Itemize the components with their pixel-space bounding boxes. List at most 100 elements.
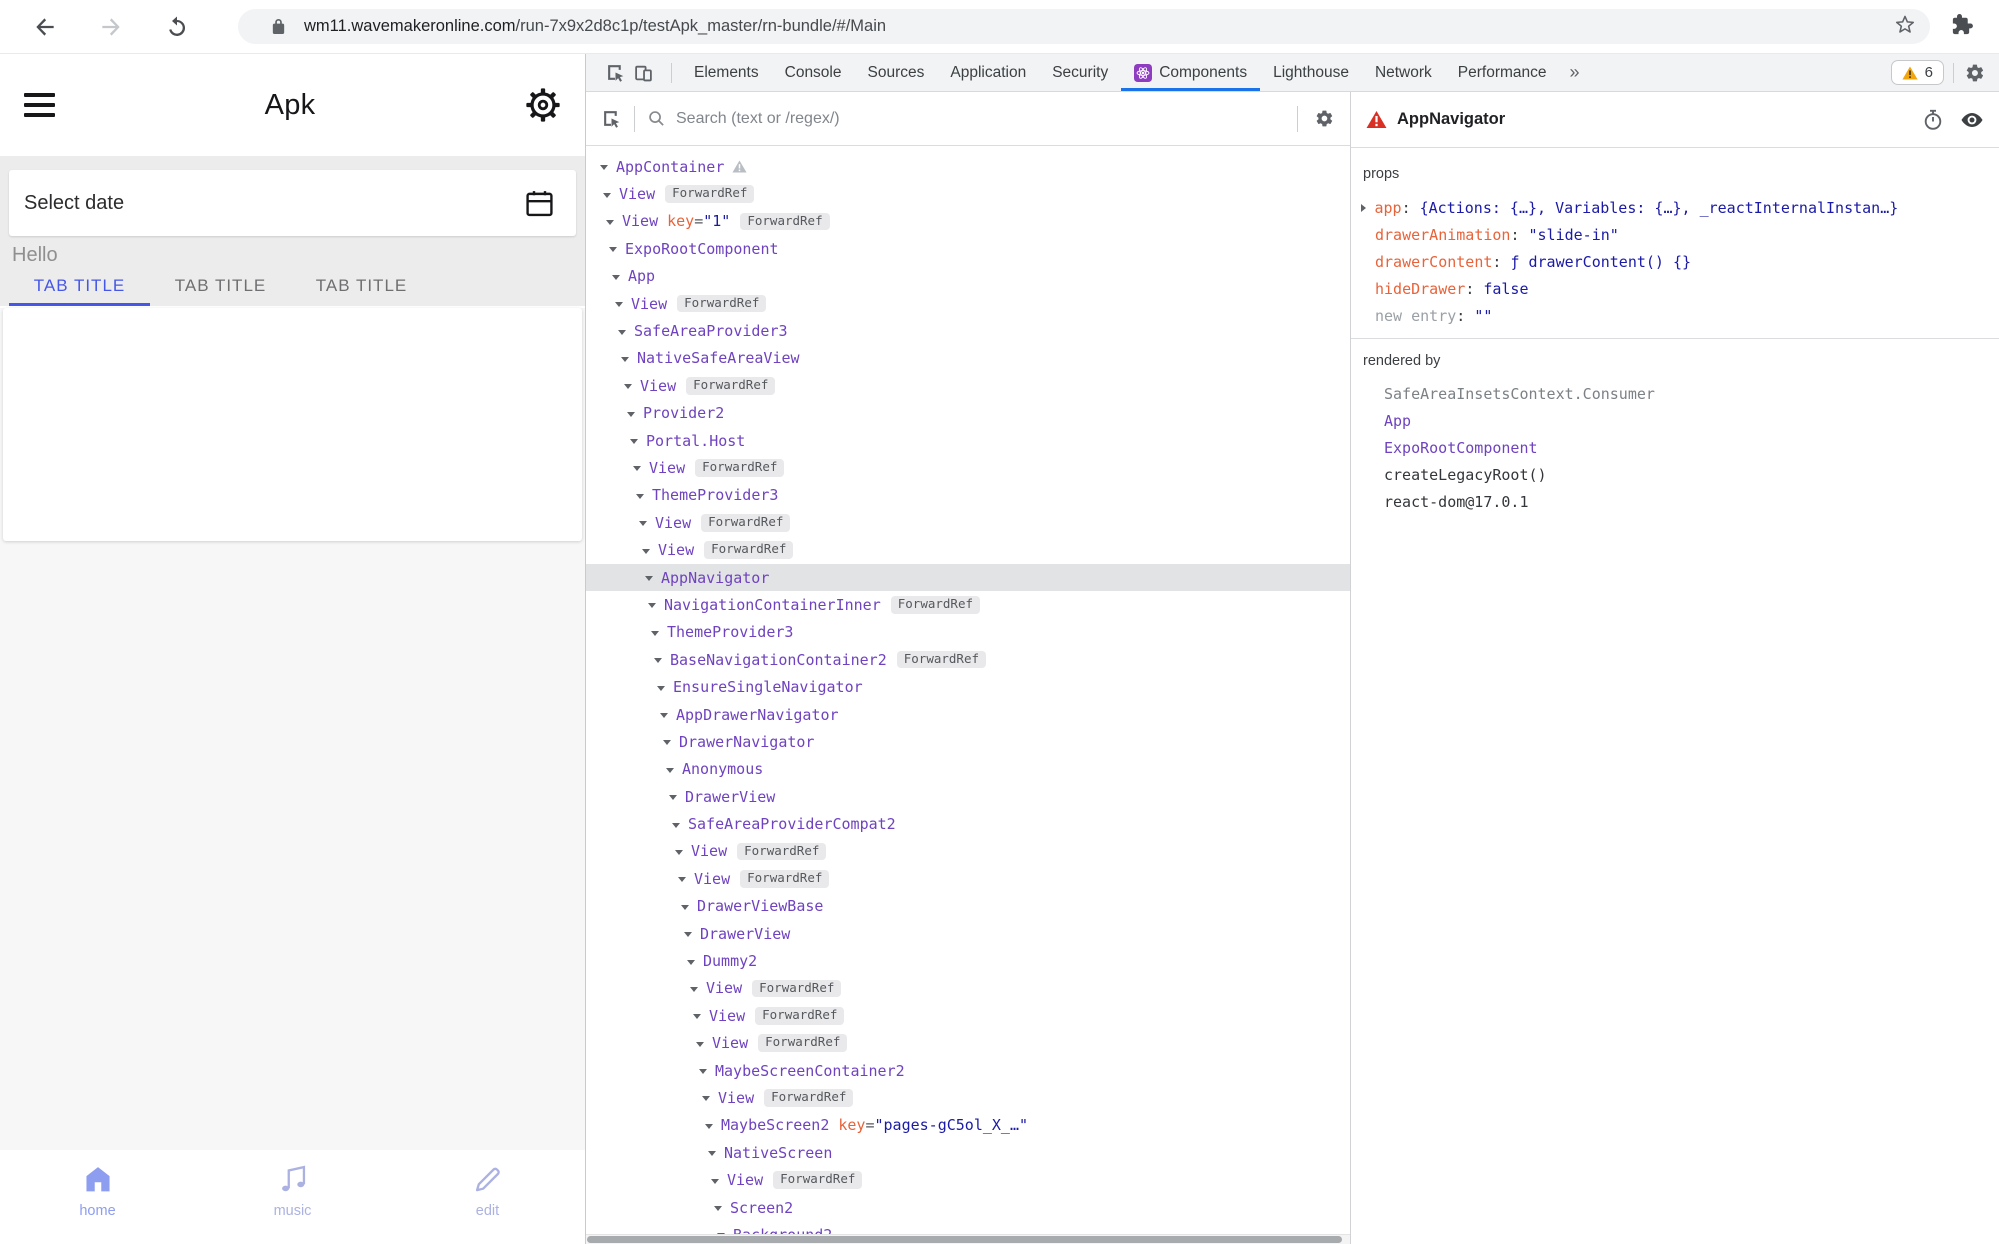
tree-row[interactable]: ViewForwardRef (586, 1084, 1350, 1111)
collapsed-arrow-icon[interactable] (1361, 204, 1366, 212)
tree-row[interactable]: SafeAreaProvider3 (586, 317, 1350, 344)
tree-row[interactable]: Provider2 (586, 400, 1350, 427)
expand-arrow-icon[interactable] (666, 768, 674, 773)
tree-row[interactable]: Anonymous (586, 756, 1350, 783)
expand-arrow-icon[interactable] (708, 1151, 716, 1156)
back-icon[interactable] (28, 10, 62, 44)
tree-row[interactable]: NativeScreen (586, 1139, 1350, 1166)
expand-arrow-icon[interactable] (702, 1096, 710, 1101)
tree-row[interactable]: App (586, 263, 1350, 290)
tree-row[interactable]: ViewForwardRef (586, 180, 1350, 207)
devtools-tab-console[interactable]: Console (772, 54, 855, 91)
nav-item-home[interactable]: home (0, 1162, 195, 1244)
expand-arrow-icon[interactable] (609, 247, 617, 252)
expand-arrow-icon[interactable] (642, 549, 650, 554)
tree-row[interactable]: ExpoRootComponent (586, 235, 1350, 262)
tree-row[interactable]: NativeSafeAreaView (586, 345, 1350, 372)
nav-item-edit[interactable]: edit (390, 1162, 585, 1244)
more-tabs-chevron[interactable]: » (1560, 62, 1590, 83)
tree-row[interactable]: AppNavigator (586, 564, 1350, 591)
settings-gear-icon[interactable] (525, 87, 561, 123)
expand-arrow-icon[interactable] (636, 494, 644, 499)
prop-row[interactable]: drawerAnimation:"slide-in" (1351, 221, 1999, 248)
expand-arrow-icon[interactable] (711, 1179, 719, 1184)
search-input[interactable]: Search (text or /regex/) (676, 110, 1288, 128)
rendered-by-item[interactable]: App (1351, 408, 1999, 435)
forward-icon[interactable] (94, 10, 128, 44)
expand-arrow-icon[interactable] (672, 823, 680, 828)
tree-row[interactable]: ViewForwardRef (586, 1002, 1350, 1029)
expand-arrow-icon[interactable] (645, 576, 653, 581)
stopwatch-icon[interactable] (1923, 109, 1943, 131)
prop-row[interactable]: new entry:"" (1351, 302, 1999, 329)
tree-row[interactable]: BaseNavigationContainer2ForwardRef (586, 646, 1350, 673)
expand-arrow-icon[interactable] (714, 1206, 722, 1211)
expand-arrow-icon[interactable] (690, 987, 698, 992)
components-settings-gear-icon[interactable] (1315, 109, 1334, 128)
tree-row[interactable]: Screen2 (586, 1194, 1350, 1221)
devtools-tab-components[interactable]: Components (1121, 54, 1260, 91)
expand-arrow-icon[interactable] (624, 384, 632, 389)
expand-arrow-icon[interactable] (678, 877, 686, 882)
bookmark-star-icon[interactable] (1894, 13, 1916, 40)
tree-row[interactable]: DrawerViewBase (586, 893, 1350, 920)
expand-arrow-icon[interactable] (630, 439, 638, 444)
expand-arrow-icon[interactable] (705, 1124, 713, 1129)
device-toolbar-icon[interactable] (634, 63, 653, 82)
rendered-by-item[interactable]: createLegacyRoot() (1351, 462, 1999, 489)
expand-arrow-icon[interactable] (600, 165, 608, 170)
rendered-by-item[interactable]: ExpoRootComponent (1351, 435, 1999, 462)
inspect-element-icon[interactable] (606, 63, 625, 82)
expand-arrow-icon[interactable] (621, 357, 629, 362)
expand-arrow-icon[interactable] (627, 412, 635, 417)
reload-icon[interactable] (160, 10, 194, 44)
tree-row[interactable]: Dummy2 (586, 947, 1350, 974)
expand-arrow-icon[interactable] (693, 1014, 701, 1019)
expand-arrow-icon[interactable] (612, 275, 620, 280)
expand-arrow-icon[interactable] (696, 1042, 704, 1047)
expand-arrow-icon[interactable] (618, 330, 626, 335)
tree-row[interactable]: ViewForwardRef (586, 1166, 1350, 1193)
tree-row[interactable]: ViewForwardRef (586, 372, 1350, 399)
devtools-tab-application[interactable]: Application (937, 54, 1039, 91)
horizontal-scrollbar[interactable] (586, 1234, 1350, 1244)
expand-arrow-icon[interactable] (657, 686, 665, 691)
devtools-tab-performance[interactable]: Performance (1445, 54, 1560, 91)
expand-arrow-icon[interactable] (675, 850, 683, 855)
tree-row[interactable]: AppContainer (586, 153, 1350, 180)
devtools-tab-sources[interactable]: Sources (855, 54, 938, 91)
inspect-component-icon[interactable] (602, 109, 621, 128)
tree-row[interactable]: DrawerNavigator (586, 728, 1350, 755)
date-picker-field[interactable]: Select date (9, 170, 576, 236)
calendar-icon[interactable] (523, 187, 556, 220)
tree-row[interactable]: DrawerView (586, 920, 1350, 947)
tree-row[interactable]: Viewkey="1"ForwardRef (586, 208, 1350, 235)
prop-row[interactable]: drawerContent:ƒ drawerContent() {} (1351, 248, 1999, 275)
devtools-settings-gear-icon[interactable] (1965, 63, 1985, 83)
tree-row[interactable]: AppDrawerNavigator (586, 701, 1350, 728)
tree-row[interactable]: ThemeProvider3 (586, 482, 1350, 509)
tree-row[interactable]: ViewForwardRef (586, 1030, 1350, 1057)
expand-arrow-icon[interactable] (687, 960, 695, 965)
tree-row[interactable]: MaybeScreen2key="pages-gC5ol_X_…" (586, 1112, 1350, 1139)
eye-icon[interactable] (1960, 110, 1984, 130)
devtools-tab-lighthouse[interactable]: Lighthouse (1260, 54, 1362, 91)
prop-row[interactable]: app:{Actions: {…}, Variables: {…}, _reac… (1351, 194, 1999, 221)
expand-arrow-icon[interactable] (699, 1069, 707, 1074)
expand-arrow-icon[interactable] (654, 658, 662, 663)
expand-arrow-icon[interactable] (663, 740, 671, 745)
tree-row[interactable]: ViewForwardRef (586, 536, 1350, 563)
tree-row[interactable]: SafeAreaProviderCompat2 (586, 810, 1350, 837)
app-tab-3[interactable]: TAB TITLE (291, 268, 432, 306)
address-bar[interactable]: wm11.wavemakeronline.com/run-7x9x2d8c1p/… (238, 9, 1930, 44)
expand-arrow-icon[interactable] (603, 193, 611, 198)
tree-row[interactable]: ViewForwardRef (586, 509, 1350, 536)
tree-row[interactable]: Background2 (586, 1221, 1350, 1234)
tree-row[interactable]: NavigationContainerInnerForwardRef (586, 591, 1350, 618)
expand-arrow-icon[interactable] (681, 905, 689, 910)
rendered-by-item[interactable]: SafeAreaInsetsContext.Consumer (1351, 381, 1999, 408)
app-tab-2[interactable]: TAB TITLE (150, 268, 291, 306)
tree-row[interactable]: ThemeProvider3 (586, 619, 1350, 646)
tree-row[interactable]: Portal.Host (586, 427, 1350, 454)
expand-arrow-icon[interactable] (606, 220, 614, 225)
